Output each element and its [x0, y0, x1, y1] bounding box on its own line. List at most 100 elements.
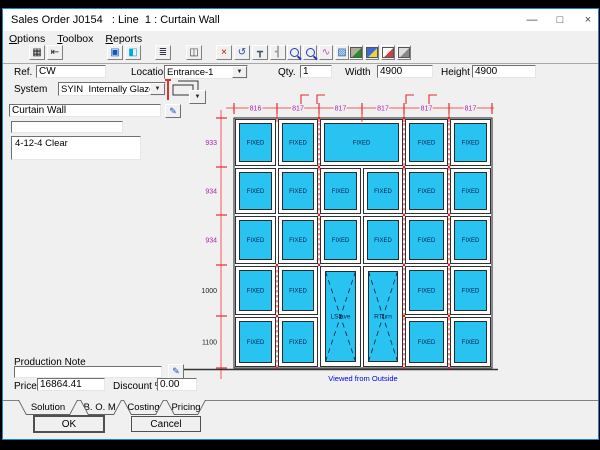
location-value: Entrance-1	[165, 66, 232, 78]
titlebar[interactable]: Sales Order J0154 : Line 1 : Curtain Wal…	[3, 9, 598, 31]
top-dim-value: 817	[421, 106, 433, 113]
window-title: Sales Order J0154 : Line 1 : Curtain Wal…	[11, 14, 220, 26]
system-label: System	[14, 84, 47, 95]
wave-icon[interactable]: ∿	[319, 45, 333, 60]
panel-label: LSlave	[331, 314, 351, 321]
price-label: Price	[14, 381, 37, 392]
toolbar-group-4: ◫	[186, 45, 202, 60]
mullion-marker-dot	[448, 166, 451, 169]
sales-order-window: Sales Order J0154 : Line 1 : Curtain Wal…	[2, 8, 599, 440]
report-icon[interactable]	[349, 45, 363, 60]
top-dim-value: 817	[377, 106, 389, 113]
discount-input[interactable]	[157, 378, 197, 391]
dimension-icon[interactable]: ┳	[252, 45, 268, 60]
edit-note-button[interactable]: ✎	[168, 364, 184, 379]
height-input[interactable]	[472, 65, 536, 78]
dim-bracket-mark	[317, 95, 325, 104]
insert-frame-icon[interactable]: ▣	[107, 45, 123, 60]
panel-label: FIXED	[462, 141, 480, 147]
ok-button[interactable]: OK	[34, 416, 104, 432]
chevron-down-icon[interactable]: ▼	[232, 66, 247, 78]
close-button[interactable]: ×	[575, 10, 600, 30]
maximize-button[interactable]: □	[547, 10, 573, 30]
tab-costing[interactable]: Costing	[123, 400, 164, 415]
system-select[interactable]: SYIN Internally Glazed ▼	[58, 82, 166, 96]
tab-bom[interactable]: B. O. M.	[80, 400, 122, 415]
panel-label: FIXED	[289, 289, 307, 295]
glass-spec-box[interactable]: 4-12-4 Clear	[11, 136, 141, 160]
schedule-edit-icon[interactable]: ≣	[155, 45, 171, 60]
zoom-icon[interactable]	[287, 45, 301, 60]
zoom-pan-icon[interactable]	[303, 45, 317, 60]
panel-label: FIXED	[289, 141, 307, 147]
desktop-background: Sales Order J0154 : Line 1 : Curtain Wal…	[0, 0, 600, 450]
panel-label: FIXED	[462, 289, 480, 295]
cancel-button[interactable]: Cancel	[131, 416, 201, 432]
panel-label: FIXED	[374, 189, 392, 195]
tab-pricing[interactable]: Pricing	[166, 400, 206, 415]
grid-icon[interactable]: ▦	[29, 45, 45, 60]
toolbar-separator	[3, 63, 598, 64]
panel-label: FIXED	[418, 340, 436, 346]
panel-label: FIXED	[289, 340, 307, 346]
discount-label: Discount %	[113, 381, 164, 392]
minimize-button[interactable]: —	[519, 10, 545, 30]
qty-label: Qty.	[278, 67, 296, 78]
system-value: SYIN Internally Glazed	[59, 83, 150, 95]
panel-label: FIXED	[247, 189, 265, 195]
panel-label: FIXED	[462, 189, 480, 195]
menu-item-options[interactable]: Options	[9, 33, 45, 45]
panel-label: FIXED	[332, 238, 350, 244]
description-input[interactable]	[9, 104, 161, 117]
palette-icon[interactable]: ▨	[335, 45, 349, 60]
location-select[interactable]: Entrance-1 ▼	[164, 65, 248, 79]
curtain-wall-drawing[interactable]: FIXED FIXED FIXED FIXED FIXED FIXED FIXED FIXED…	[171, 86, 511, 388]
undo-icon[interactable]: ↺	[234, 45, 250, 60]
mullion-marker-dot	[403, 315, 406, 318]
mullion-marker-dot	[318, 166, 321, 169]
menu-item-reports[interactable]: Reports	[105, 33, 142, 45]
mullion-marker-dot	[448, 214, 451, 217]
delete-icon[interactable]: ×	[216, 45, 232, 60]
mullion-marker-dot	[318, 264, 321, 267]
save-icon[interactable]	[365, 45, 379, 60]
panel-label: FIXED	[418, 238, 436, 244]
menu-item-toolbox[interactable]: Toolbox	[57, 33, 93, 45]
panel-label: FIXED	[374, 238, 392, 244]
panel-label: FIXED	[247, 340, 265, 346]
production-note-input[interactable]	[14, 366, 162, 378]
insert-glass-icon[interactable]: ◧	[125, 45, 141, 60]
qty-input[interactable]	[300, 65, 332, 78]
chevron-down-icon[interactable]: ▼	[150, 83, 165, 95]
mullion-marker-dot	[403, 264, 406, 267]
section-view-icon[interactable]: ⇤	[47, 45, 63, 60]
toolbar-group-7	[349, 45, 411, 60]
mullion-marker-dot	[276, 315, 279, 318]
left-dim-value: 934	[205, 238, 217, 245]
ref-input[interactable]	[36, 65, 106, 78]
width-input[interactable]	[377, 65, 433, 78]
tab-solution[interactable]: Solution	[18, 400, 78, 415]
dim-bracket-mark	[406, 95, 414, 104]
panel-label: FIXED	[462, 238, 480, 244]
panel-label: FIXED	[462, 340, 480, 346]
dimension-off-icon[interactable]: ┫	[270, 45, 286, 60]
left-dim-value: 1000	[201, 288, 217, 295]
width-label: Width	[345, 67, 371, 78]
top-dim-value: 817	[465, 106, 477, 113]
panel-label: FIXED	[332, 189, 350, 195]
note-input[interactable]	[11, 121, 123, 133]
toolbar-group-6: ∿▨	[287, 45, 349, 60]
panel-label: FIXED	[353, 141, 371, 147]
dim-bracket-mark	[301, 95, 309, 104]
left-dim-value: 933	[205, 140, 217, 147]
pencil-icon: ✎	[172, 366, 180, 377]
panes-icon[interactable]: ◫	[186, 45, 202, 60]
cost-grid-icon[interactable]	[381, 45, 395, 60]
refresh-icon[interactable]	[397, 45, 411, 60]
panel-label: FIXED	[418, 189, 436, 195]
price-input[interactable]	[37, 378, 105, 391]
mullion-marker-dot	[448, 315, 451, 318]
drawing-caption: Viewed from Outside	[328, 374, 397, 383]
panel-label: FIXED	[289, 189, 307, 195]
